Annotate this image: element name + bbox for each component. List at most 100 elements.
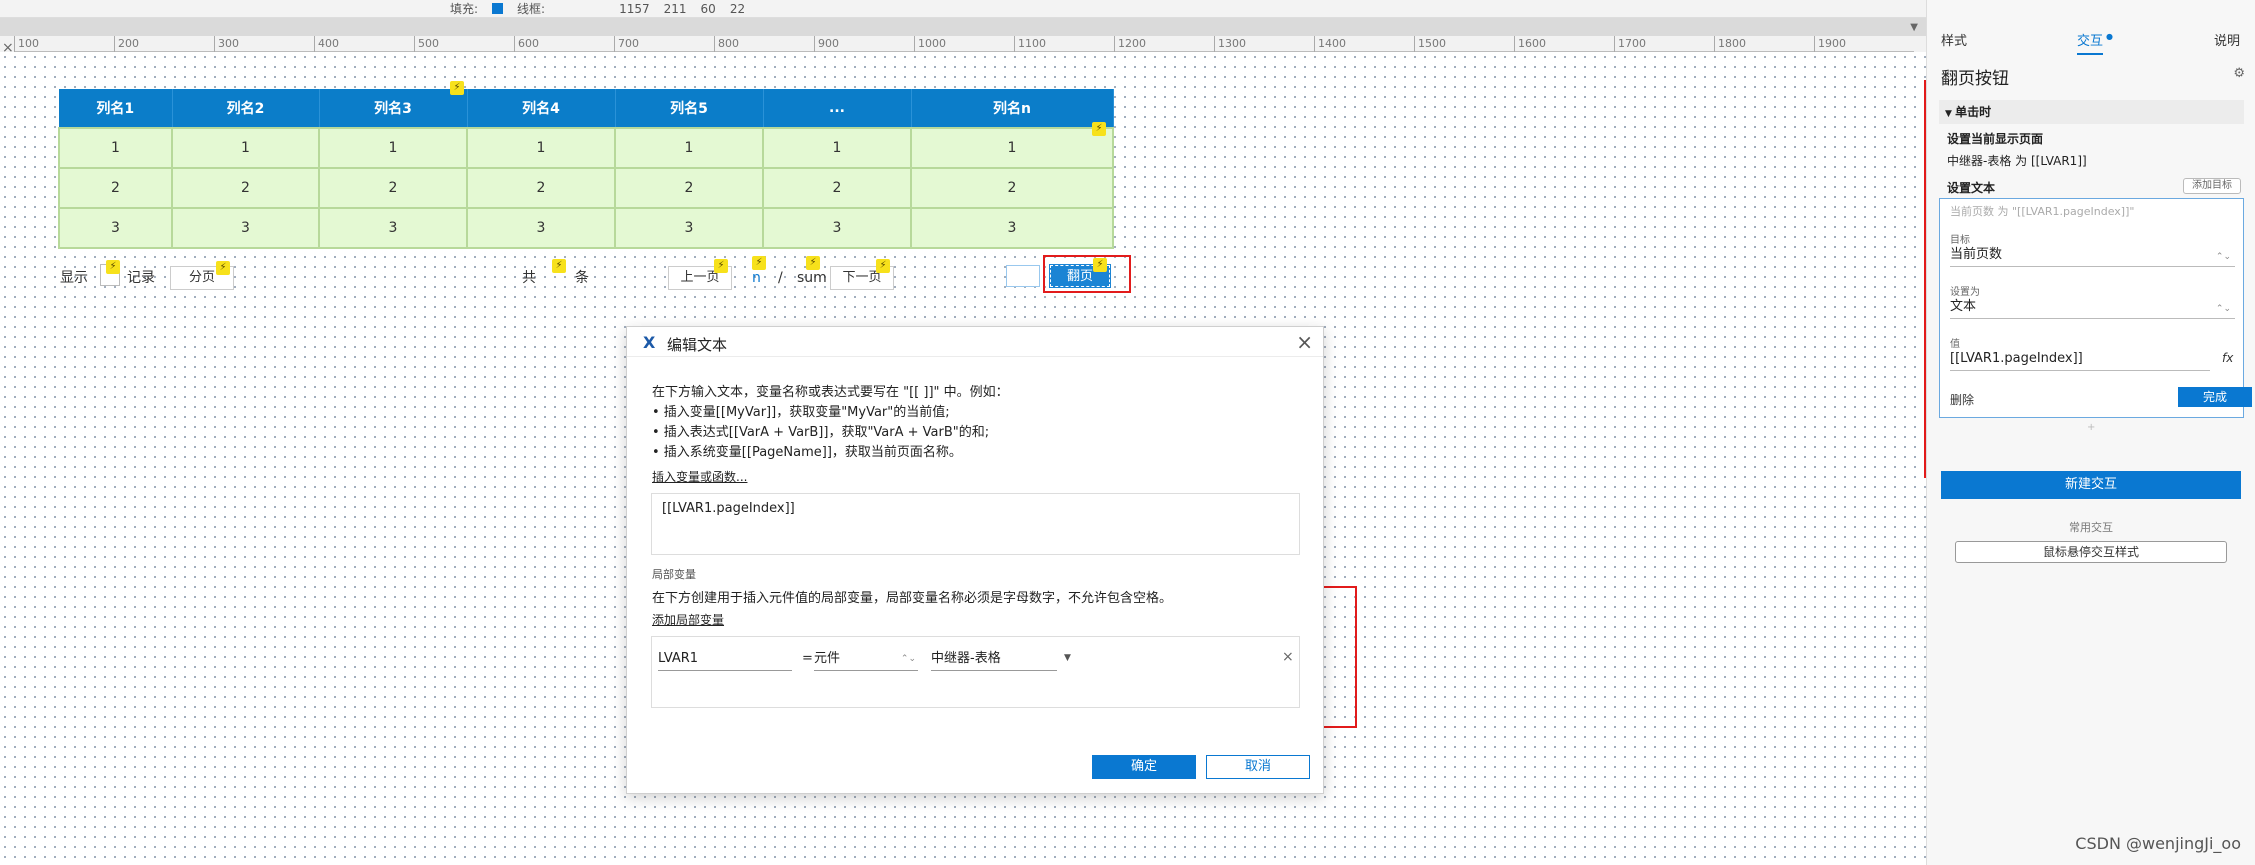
table-row[interactable]: 2222222 <box>58 167 1114 209</box>
table-row[interactable]: 3333333 <box>58 207 1114 249</box>
lightning-icon: ⚡ <box>806 256 820 270</box>
repeater-table[interactable]: 列名1 列名2 列名3 列名4 列名5... 列名n 111111122222223333… <box>58 89 1114 249</box>
pager-total-label: 共 <box>522 270 536 286</box>
event-onclick-header[interactable]: ▼ 单击时 <box>1939 100 2244 124</box>
active-dot-icon: ● <box>2106 32 2113 41</box>
ruler-tick: 1600 <box>1514 36 1546 52</box>
table-row[interactable]: 1111111 <box>58 127 1114 169</box>
ruler-tick: 400 <box>314 36 339 52</box>
table-cell: 2 <box>318 167 468 209</box>
table-cell: 3 <box>762 207 912 249</box>
page-separator: / <box>778 270 783 286</box>
dropdown-arrow-icon[interactable]: ▼ <box>1064 653 1071 663</box>
table-header-cell: 列名4 <box>467 89 616 128</box>
table-cell: 2 <box>171 167 320 209</box>
lightning-icon: ⚡ <box>752 256 766 270</box>
pager-record-label: 记录 <box>127 270 155 286</box>
add-action-icon[interactable]: + <box>2087 422 2095 433</box>
table-cell: 1 <box>466 127 616 169</box>
lightning-icon: ⚡ <box>552 259 566 273</box>
ruler-tick: 300 <box>214 36 239 52</box>
action1-title[interactable]: 设置当前显示页面 <box>1947 130 2252 147</box>
toolbar-x-field[interactable]: 1157 <box>619 2 650 16</box>
local-vars-desc: 在下方创建用于插入元件值的局部变量，局部变量名称必须是字母数字，不允许包含空格。 <box>652 591 1173 606</box>
tab-style[interactable]: 样式 <box>1941 30 1967 49</box>
done-button[interactable]: 完成 <box>2178 387 2252 407</box>
cancel-button[interactable]: 取消 <box>1206 755 1310 779</box>
chevron-down-icon[interactable]: ▼ <box>1910 22 1918 33</box>
fx-icon[interactable]: fx <box>2222 351 2233 365</box>
var-type-select[interactable]: 元件 ⌃⌄ <box>814 649 918 671</box>
edit-text-dialog: X 编辑文本 × 在下方输入文本，变量名称或表达式要写在 "[[ ]]" 中。例… <box>626 326 1324 794</box>
text-editor-area[interactable]: [[LVAR1.pageIndex]] <box>651 493 1300 555</box>
action2-summary: 当前页数 为 "[[LVAR1.pageIndex]]" <box>1950 205 2135 218</box>
ruler-tick: 100 <box>14 36 39 52</box>
ruler-tick: 1500 <box>1414 36 1446 52</box>
tab-interaction[interactable]: 交互 <box>2077 30 2104 55</box>
new-interaction-button[interactable]: 新建交互 <box>1941 471 2241 499</box>
table-header-cell: 列名n <box>911 89 1114 128</box>
remove-var-icon[interactable]: × <box>1282 649 1294 665</box>
text-editor-value: [[LVAR1.pageIndex]] <box>662 501 795 516</box>
ok-button[interactable]: 确定 <box>1092 755 1196 779</box>
panel-title: 翻页按钮 <box>1941 69 2009 89</box>
settings-icon[interactable]: ⚙ <box>2233 66 2245 81</box>
toolbar-h-field[interactable]: 22 <box>730 2 745 16</box>
var-target-value: 中继器-表格 <box>931 651 1001 666</box>
var-name-input[interactable]: LVAR1 <box>658 649 792 671</box>
ruler: ▼ × 100 200 300 400 500 600 700 800 900 1000 1100 1… <box>0 18 1926 56</box>
ruler-tick: 900 <box>814 36 839 52</box>
target-value: 当前页数 <box>1950 247 2003 262</box>
table-cell: 1 <box>171 127 320 169</box>
set-to-select[interactable]: 文本 ⌃⌄ <box>1950 297 2235 319</box>
delete-link[interactable]: 删除 <box>1950 391 1974 408</box>
table-cell: 3 <box>318 207 468 249</box>
table-cell: 3 <box>614 207 764 249</box>
ruler-tick: 800 <box>714 36 739 52</box>
value-text: [[LVAR1.pageIndex]] <box>1950 351 2083 366</box>
ruler-tab-strip: ▼ <box>0 18 1926 36</box>
table-header-cell: 列名1 <box>59 89 173 128</box>
lightning-icon: ⚡ <box>1092 122 1106 136</box>
fill-color-swatch[interactable] <box>492 3 504 14</box>
event-label: 单击时 <box>1955 105 1992 119</box>
insert-variable-link[interactable]: 插入变量或函数... <box>652 468 747 485</box>
table-cell: 3 <box>910 207 1114 249</box>
hover-style-button[interactable]: 鼠标悬停交互样式 <box>1955 541 2227 563</box>
toolbar-fill-label: 填充: <box>450 2 479 16</box>
page-number-input[interactable] <box>1006 265 1040 287</box>
panel-tabs: 样式 交互 ● 说明 <box>1927 24 2255 55</box>
table-cell: 2 <box>466 167 616 209</box>
var-target-select[interactable]: 中继器-表格 <box>931 649 1057 671</box>
ruler-tick: 1700 <box>1614 36 1646 52</box>
add-target-button[interactable]: 添加目标 <box>2183 178 2241 194</box>
ruler-tick: 1000 <box>914 36 946 52</box>
pager-show-label: 显示 <box>60 270 88 286</box>
target-select[interactable]: 当前页数 ⌃⌄ <box>1950 245 2235 267</box>
ruler-tick: 1800 <box>1714 36 1746 52</box>
app-logo-icon: X <box>643 333 656 352</box>
table-cell: 3 <box>171 207 320 249</box>
ruler-tick: 600 <box>514 36 539 52</box>
action1-desc: 中继器-表格 为 [[LVAR1]] <box>1947 154 2087 168</box>
local-vars-label: 局部变量 <box>652 568 696 581</box>
tab-notes[interactable]: 说明 <box>2214 30 2240 49</box>
table-cell: 2 <box>910 167 1114 209</box>
dialog-header: X 编辑文本 × <box>627 327 1323 357</box>
spinner-icon: ⌃⌄ <box>900 654 916 664</box>
toolbar-w-field[interactable]: 60 <box>701 2 716 16</box>
var-equals: = <box>802 651 813 666</box>
collapse-icon: ▼ <box>1945 109 1956 119</box>
spinner-icon: ⌃⌄ <box>2215 252 2231 262</box>
toolbar-y-field[interactable]: 211 <box>664 2 687 16</box>
dialog-close-icon[interactable]: × <box>1296 330 1313 354</box>
right-panel: 样式 交互 ● 说明 翻页按钮 ⚙ ▼ 单击时 设置当前显示页面 中继器-表格 … <box>1926 0 2255 865</box>
value-input[interactable]: [[LVAR1.pageIndex]] <box>1950 349 2210 371</box>
lightning-icon: ⚡ <box>106 260 120 274</box>
highlight-page-button <box>1043 255 1131 293</box>
lightning-icon: ⚡ <box>876 259 890 273</box>
add-local-var-link[interactable]: 添加局部变量 <box>652 611 724 628</box>
ruler-scale: 100 200 300 400 500 600 700 800 900 1000 1100 1200 1… <box>14 36 1914 52</box>
table-cell: 3 <box>58 207 173 249</box>
value-label: 值 <box>1950 339 1960 350</box>
